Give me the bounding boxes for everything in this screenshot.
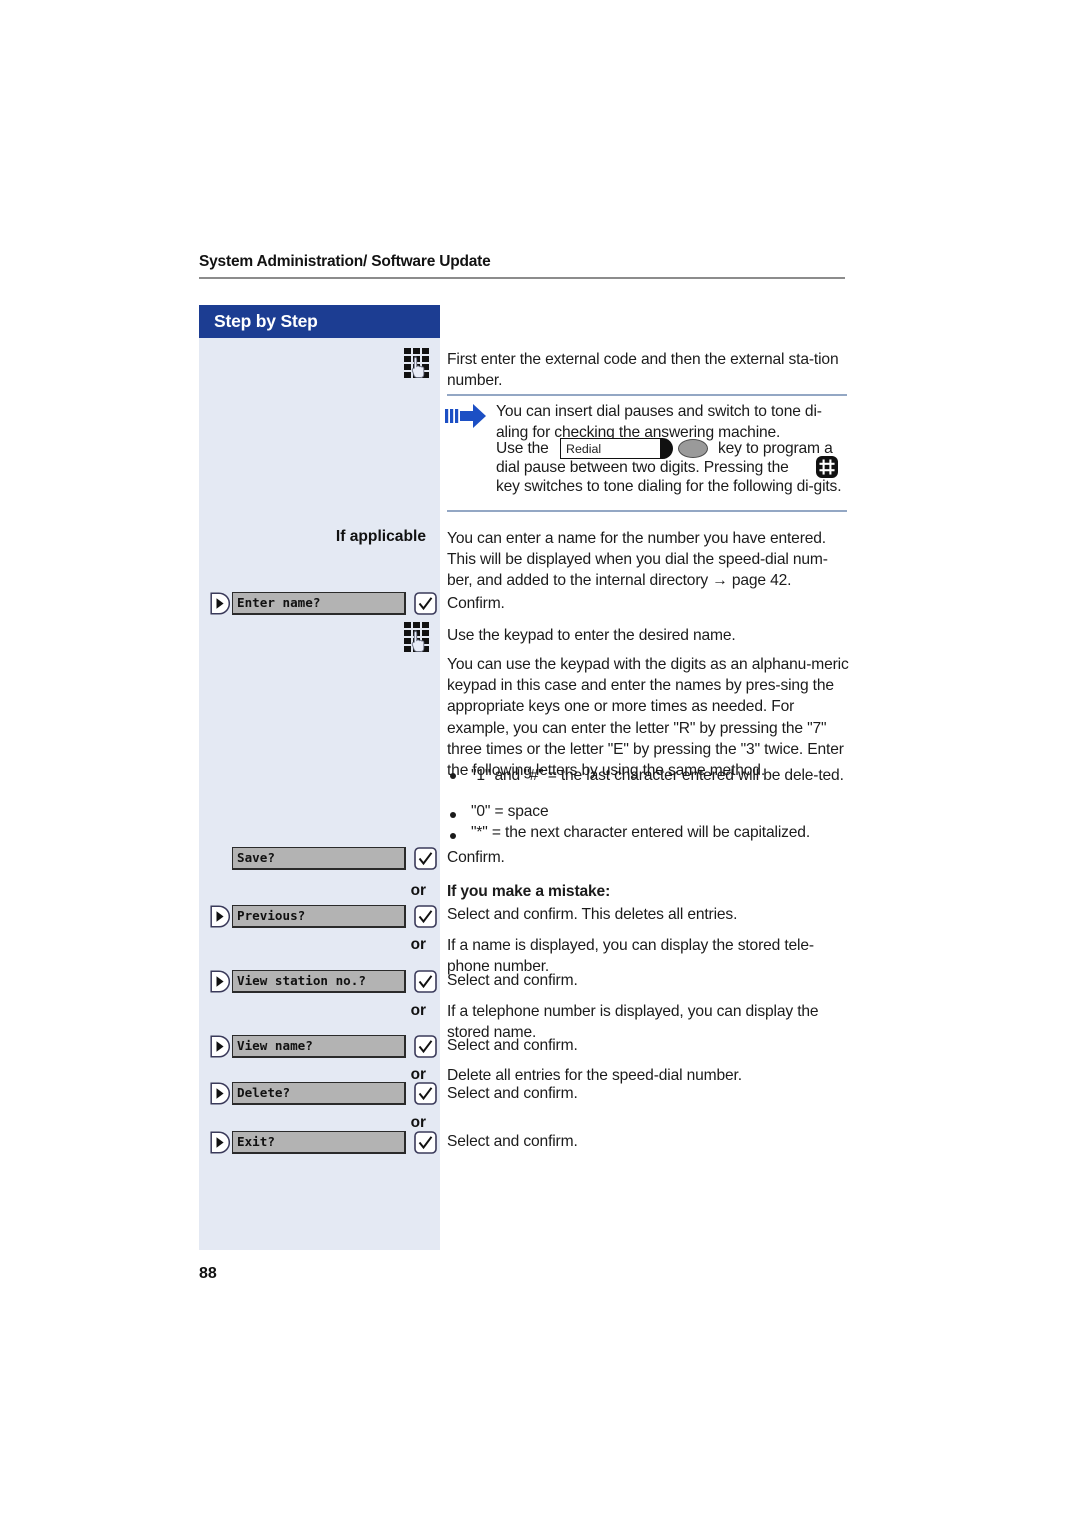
- running-head: System Administration/ Software Update: [199, 253, 491, 270]
- bullet-marker: [450, 773, 456, 779]
- note-arrow-icon: [445, 403, 486, 429]
- redial-key-graphic[interactable]: Redial: [560, 438, 708, 459]
- or-label: or: [410, 936, 426, 953]
- display-key-label: Exit?: [237, 1134, 275, 1149]
- display-key-field: Exit?: [232, 1131, 406, 1154]
- display-key-label: View name?: [237, 1038, 313, 1053]
- mistake-heading: If you make a mistake:: [447, 883, 611, 900]
- display-key-field: Delete?: [232, 1082, 406, 1105]
- page-number: 88: [199, 1265, 217, 1282]
- confirm-checkbox-icon[interactable]: [414, 592, 437, 615]
- note-rule-bottom: [447, 510, 847, 512]
- note-line-4: key switches to tone dialing for the fol…: [496, 478, 842, 495]
- bullet-item: "0" = space: [471, 803, 549, 820]
- display-key-field: View name?: [232, 1035, 406, 1058]
- exit-action: Select and confirm.: [447, 1133, 578, 1150]
- keypad-icon: [404, 622, 430, 652]
- view-name-action: Select and confirm.: [447, 1037, 578, 1054]
- display-key-field: Previous?: [232, 905, 406, 928]
- select-marker-icon: [210, 1131, 230, 1154]
- display-key-field: Save?: [232, 847, 406, 870]
- step-by-step-banner: Step by Step: [199, 305, 440, 338]
- bullet-marker: [450, 833, 456, 839]
- or-label: or: [410, 882, 426, 899]
- note-rule-top: [447, 394, 847, 396]
- confirm-checkbox-icon[interactable]: [414, 1131, 437, 1154]
- keypad-step-text: First enter the external code and then t…: [447, 351, 839, 390]
- keypad-icon: [404, 348, 430, 378]
- select-marker-icon: [210, 592, 230, 615]
- redial-key-cap: [660, 438, 673, 459]
- confirm-checkbox-icon[interactable]: [414, 970, 437, 993]
- bullet-item: "*" = the next character entered will be…: [471, 824, 811, 841]
- running-head-rule: [199, 277, 845, 279]
- view-station-action: Select and confirm.: [447, 972, 578, 989]
- confirm-checkbox-icon[interactable]: [414, 1082, 437, 1105]
- bullet-marker: [450, 812, 456, 818]
- hash-key-icon: [816, 456, 838, 478]
- redial-key-lamp: [678, 439, 708, 458]
- confirm-text-1: Confirm.: [447, 595, 505, 612]
- display-key-label: Enter name?: [237, 595, 321, 610]
- select-marker-icon: [210, 970, 230, 993]
- delete-action: Select and confirm.: [447, 1085, 578, 1102]
- select-marker-icon: [210, 1035, 230, 1058]
- redial-key-label: Redial: [566, 442, 602, 456]
- display-key-field: Enter name?: [232, 592, 406, 615]
- redial-key-body: Redial: [560, 438, 662, 459]
- confirm-checkbox-icon[interactable]: [414, 905, 437, 928]
- select-marker-icon: [210, 1082, 230, 1105]
- confirm-text-2: Confirm.: [447, 849, 505, 866]
- previous-body: Select and confirm. This deletes all ent…: [447, 906, 738, 923]
- if-applicable-body: You can enter a name for the number you …: [447, 530, 828, 590]
- display-key-label: Delete?: [237, 1085, 291, 1100]
- if-applicable-label: If applicable: [335, 528, 426, 545]
- display-key-label: View station no.?: [237, 973, 366, 988]
- select-marker-icon: [210, 905, 230, 928]
- or-label: or: [410, 1002, 426, 1019]
- or-label: or: [410, 1114, 426, 1131]
- display-key-label: Previous?: [237, 908, 306, 923]
- step-by-step-sidebar: [199, 305, 440, 1250]
- manual-page: System Administration/ Software Update S…: [0, 0, 1080, 1527]
- display-key-label: Save?: [237, 850, 275, 865]
- use-keypad-text: Use the keypad to enter the desired name…: [447, 627, 736, 644]
- confirm-checkbox-icon[interactable]: [414, 1035, 437, 1058]
- display-key-field: View station no.?: [232, 970, 406, 993]
- alphanumeric-body: You can use the keypad with the digits a…: [447, 656, 849, 780]
- bullet-item: "1" and "#" = the last character entered…: [471, 767, 844, 784]
- confirm-checkbox-icon[interactable]: [414, 847, 437, 870]
- step-by-step-banner-label: Step by Step: [214, 311, 318, 331]
